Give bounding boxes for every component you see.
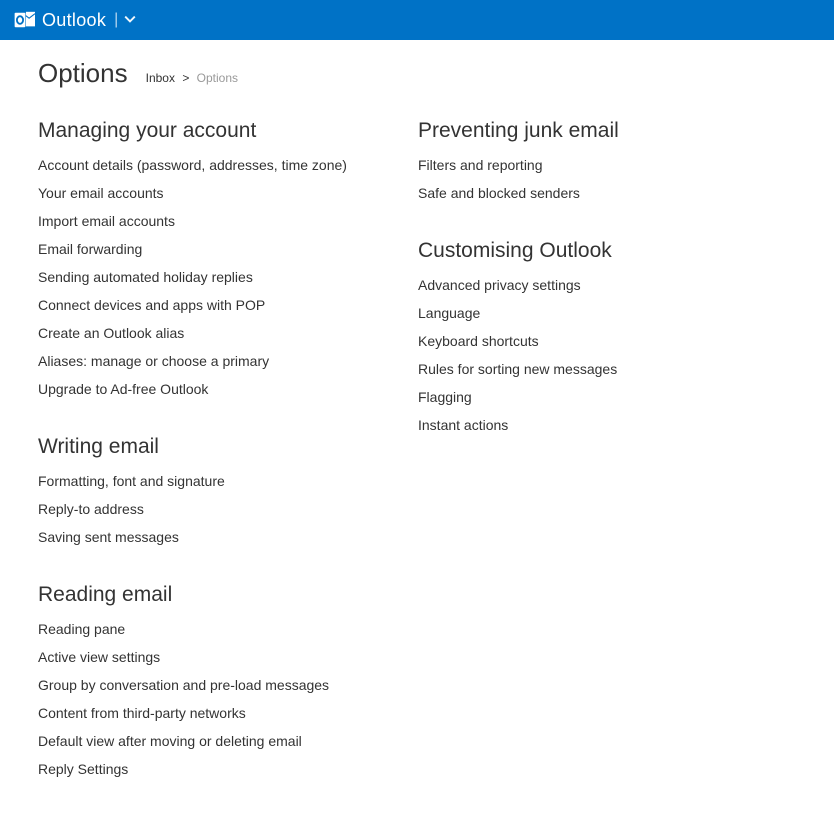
option-reply-settings[interactable]: Reply Settings <box>38 761 368 777</box>
app-header: Outlook | <box>0 0 834 40</box>
link-list: Reading pane Active view settings Group … <box>38 621 368 777</box>
option-keyboard-shortcuts[interactable]: Keyboard shortcuts <box>418 333 748 349</box>
right-column: Preventing junk email Filters and report… <box>418 119 748 815</box>
option-email-forwarding[interactable]: Email forwarding <box>38 241 368 257</box>
page-title: Options <box>38 58 128 89</box>
title-row: Options Inbox > Options <box>38 58 834 89</box>
option-formatting[interactable]: Formatting, font and signature <box>38 473 368 489</box>
option-group-conversation[interactable]: Group by conversation and pre-load messa… <box>38 677 368 693</box>
option-default-view[interactable]: Default view after moving or deleting em… <box>38 733 368 749</box>
option-account-details[interactable]: Account details (password, addresses, ti… <box>38 157 368 173</box>
option-reading-pane[interactable]: Reading pane <box>38 621 368 637</box>
section-junk-email: Preventing junk email Filters and report… <box>418 119 748 213</box>
option-rules-sorting[interactable]: Rules for sorting new messages <box>418 361 748 377</box>
breadcrumb-inbox[interactable]: Inbox <box>146 71 175 85</box>
header-divider: | <box>114 11 118 29</box>
option-reply-to-address[interactable]: Reply-to address <box>38 501 368 517</box>
option-flagging[interactable]: Flagging <box>418 389 748 405</box>
option-active-view[interactable]: Active view settings <box>38 649 368 665</box>
chevron-down-icon[interactable] <box>124 14 136 26</box>
section-heading: Preventing junk email <box>418 119 748 143</box>
option-upgrade-adfree[interactable]: Upgrade to Ad-free Outlook <box>38 381 368 397</box>
option-aliases-manage[interactable]: Aliases: manage or choose a primary <box>38 353 368 369</box>
option-saving-sent[interactable]: Saving sent messages <box>38 529 368 545</box>
section-managing-account: Managing your account Account details (p… <box>38 119 368 409</box>
option-holiday-replies[interactable]: Sending automated holiday replies <box>38 269 368 285</box>
link-list: Account details (password, addresses, ti… <box>38 157 368 397</box>
link-list: Advanced privacy settings Language Keybo… <box>418 277 748 433</box>
section-customising-outlook: Customising Outlook Advanced privacy set… <box>418 239 748 445</box>
left-column: Managing your account Account details (p… <box>38 119 368 815</box>
brand-text: Outlook <box>42 10 106 31</box>
section-reading-email: Reading email Reading pane Active view s… <box>38 583 368 789</box>
option-third-party-content[interactable]: Content from third-party networks <box>38 705 368 721</box>
option-your-email-accounts[interactable]: Your email accounts <box>38 185 368 201</box>
option-advanced-privacy[interactable]: Advanced privacy settings <box>418 277 748 293</box>
brand-logo[interactable]: Outlook <box>14 10 106 31</box>
option-connect-pop[interactable]: Connect devices and apps with POP <box>38 297 368 313</box>
option-filters-reporting[interactable]: Filters and reporting <box>418 157 748 173</box>
option-language[interactable]: Language <box>418 305 748 321</box>
option-import-email-accounts[interactable]: Import email accounts <box>38 213 368 229</box>
section-writing-email: Writing email Formatting, font and signa… <box>38 435 368 557</box>
section-heading: Reading email <box>38 583 368 607</box>
outlook-icon <box>14 10 36 30</box>
breadcrumb: Inbox > Options <box>146 71 238 85</box>
link-list: Filters and reporting Safe and blocked s… <box>418 157 748 201</box>
option-instant-actions[interactable]: Instant actions <box>418 417 748 433</box>
link-list: Formatting, font and signature Reply-to … <box>38 473 368 545</box>
section-heading: Writing email <box>38 435 368 459</box>
options-columns: Managing your account Account details (p… <box>38 119 834 815</box>
page-content: Options Inbox > Options Managing your ac… <box>0 40 834 815</box>
section-heading: Customising Outlook <box>418 239 748 263</box>
section-heading: Managing your account <box>38 119 368 143</box>
breadcrumb-separator: > <box>182 71 189 85</box>
breadcrumb-current: Options <box>197 71 238 85</box>
option-create-alias[interactable]: Create an Outlook alias <box>38 325 368 341</box>
option-safe-blocked[interactable]: Safe and blocked senders <box>418 185 748 201</box>
